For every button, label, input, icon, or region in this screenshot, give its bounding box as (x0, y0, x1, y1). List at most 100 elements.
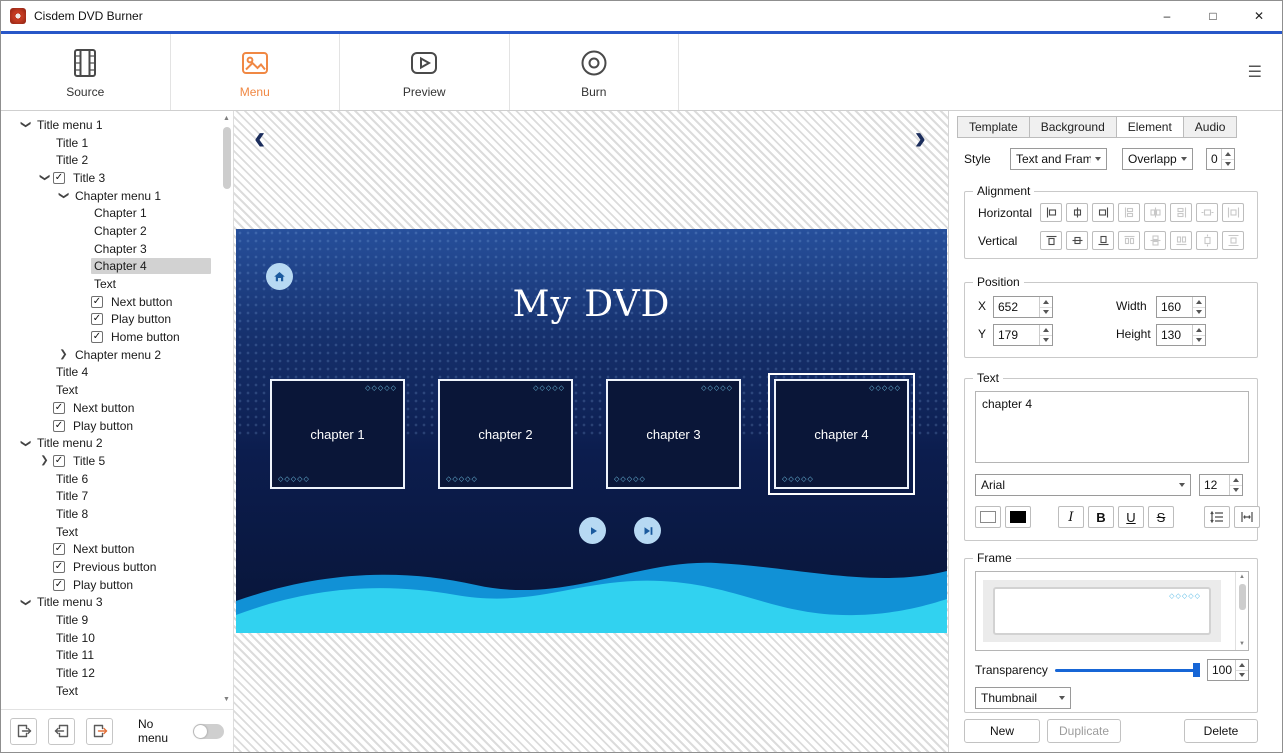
tree-item-title-8[interactable]: Title 8 (1, 505, 220, 523)
tab-background[interactable]: Background (1029, 116, 1117, 138)
tree-item-text[interactable]: Text (1, 381, 220, 399)
tree-item-previous-button[interactable]: ✓Previous button (1, 558, 220, 576)
tree-item-next-button[interactable]: ✓Next button (1, 293, 220, 311)
slider-track[interactable] (1055, 669, 1200, 672)
tree-item-title-1[interactable]: Title 1 (1, 134, 220, 152)
chevron-down-icon[interactable]: ❯ (36, 169, 53, 186)
overflow-menu-icon[interactable]: ☰ (1248, 62, 1262, 82)
scroll-thumb[interactable] (223, 127, 231, 189)
checkbox-checked[interactable]: ✓ (53, 420, 65, 432)
style-arrange-dropdown[interactable]: Overlapped (1122, 148, 1193, 170)
close-button[interactable]: ✕ (1236, 1, 1282, 31)
tree-scrollbar[interactable] (220, 113, 233, 706)
scroll-track[interactable] (1236, 583, 1248, 639)
tab-template[interactable]: Template (957, 116, 1030, 138)
chevron-down-icon[interactable]: ❯ (17, 435, 34, 452)
tree-item-title-7[interactable]: Title 7 (1, 487, 220, 505)
chevron-down-icon[interactable]: ❯ (17, 594, 34, 611)
checkbox-checked[interactable]: ✓ (53, 543, 65, 555)
frame-list-scrollbar[interactable] (1235, 572, 1248, 650)
x-spinner[interactable]: 652 (993, 296, 1053, 318)
line-spacing-button[interactable] (1204, 506, 1230, 528)
letter-spacing-button[interactable] (1234, 506, 1260, 528)
checkbox-checked[interactable]: ✓ (53, 561, 65, 573)
tree-item-title-12[interactable]: Title 12 (1, 664, 220, 682)
underline-button[interactable]: U (1118, 506, 1144, 528)
tab-audio[interactable]: Audio (1183, 116, 1238, 138)
tree-item-home-button[interactable]: ✓Home button (1, 328, 220, 346)
tree-item-title-2[interactable]: Title 2 (1, 151, 220, 169)
checkbox-checked[interactable]: ✓ (91, 331, 103, 343)
style-mode-dropdown[interactable]: Text and Frame (1010, 148, 1107, 170)
text-color-white-button[interactable] (975, 506, 1001, 528)
tree-item-text[interactable]: Text (1, 523, 220, 541)
previous-template-icon[interactable]: ‹ (254, 121, 265, 155)
chapter-thumb-2[interactable]: chapter 2 (438, 379, 573, 489)
align-top-button[interactable] (1040, 231, 1062, 250)
tree-item-chapter-menu-2[interactable]: ❯Chapter menu 2 (1, 346, 220, 364)
export-menu-button[interactable] (10, 718, 37, 745)
new-button[interactable]: New (964, 719, 1040, 743)
scroll-thumb[interactable] (1239, 584, 1246, 610)
tree-item-text[interactable]: Text (1, 275, 220, 293)
tree-item-next-button[interactable]: ✓Next button (1, 399, 220, 417)
delete-button[interactable]: Delete (1184, 719, 1258, 743)
checkbox-checked[interactable]: ✓ (53, 402, 65, 414)
spinner-arrows[interactable] (1235, 660, 1248, 680)
dvd-menu-canvas[interactable]: My DVD chapter 1 chapter 2 chapter 3 (236, 229, 947, 633)
chapter-thumb-3[interactable]: chapter 3 (606, 379, 741, 489)
spinner-arrows[interactable] (1039, 297, 1052, 317)
tree-item-chapter-2[interactable]: Chapter 2 (1, 222, 220, 240)
maximize-button[interactable]: □ (1190, 1, 1236, 31)
scroll-down-icon[interactable] (223, 694, 230, 706)
preview-tab[interactable]: Preview (340, 34, 510, 110)
italic-button[interactable]: I (1058, 506, 1084, 528)
order-spinner[interactable]: 0 (1206, 148, 1235, 170)
spinner-arrows[interactable] (1192, 297, 1205, 317)
tree-item-title-5[interactable]: ❯✓Title 5 (1, 452, 220, 470)
tree-item-title-3[interactable]: ❯✓Title 3 (1, 169, 220, 187)
checkbox-checked[interactable]: ✓ (91, 296, 103, 308)
bold-button[interactable]: B (1088, 506, 1114, 528)
font-size-spinner[interactable]: 12 (1199, 474, 1243, 496)
scroll-down-icon[interactable] (1239, 639, 1245, 650)
play-menu-button[interactable] (579, 517, 606, 544)
font-family-dropdown[interactable]: Arial (975, 474, 1191, 496)
transparency-spinner[interactable]: 100 (1207, 659, 1249, 681)
import-menu-button[interactable] (48, 718, 75, 745)
tree-item-chapter-4[interactable]: Chapter 4 (1, 258, 220, 276)
spinner-arrows[interactable] (1192, 325, 1205, 345)
next-template-icon[interactable]: › (915, 121, 926, 155)
align-bottom-button[interactable] (1092, 231, 1114, 250)
tree-item-text[interactable]: Text (1, 682, 220, 700)
tree-item-title-menu-1[interactable]: ❯Title menu 1 (1, 116, 220, 134)
dvd-menu-title[interactable]: My DVD (236, 284, 947, 325)
tree-item-play-button[interactable]: ✓Play button (1, 311, 220, 329)
align-right-button[interactable] (1092, 203, 1114, 222)
chevron-down-icon[interactable]: ❯ (17, 116, 34, 133)
tree-item-title-6[interactable]: Title 6 (1, 470, 220, 488)
checkbox-checked[interactable]: ✓ (91, 313, 103, 325)
tree-item-title-4[interactable]: Title 4 (1, 364, 220, 382)
align-center-horizontal-button[interactable] (1066, 203, 1088, 222)
align-middle-button[interactable] (1066, 231, 1088, 250)
tab-element[interactable]: Element (1116, 116, 1184, 138)
slider-thumb[interactable] (1193, 663, 1200, 677)
tree-item-chapter-3[interactable]: Chapter 3 (1, 240, 220, 258)
spinner-arrows[interactable] (1229, 475, 1242, 495)
tree-item-chapter-menu-1[interactable]: ❯Chapter menu 1 (1, 187, 220, 205)
chevron-down-icon[interactable]: ❯ (55, 187, 72, 204)
checkbox-checked[interactable]: ✓ (53, 579, 65, 591)
checkbox-checked[interactable]: ✓ (53, 172, 65, 184)
transparency-slider[interactable] (1055, 663, 1200, 677)
thumbnail-dropdown[interactable]: Thumbnail (975, 687, 1071, 709)
burn-tab[interactable]: Burn (510, 34, 680, 110)
checkbox-checked[interactable]: ✓ (53, 455, 65, 467)
scroll-up-icon[interactable] (223, 113, 230, 125)
align-left-button[interactable] (1040, 203, 1062, 222)
frame-style-list[interactable] (975, 571, 1249, 651)
scroll-track[interactable] (220, 125, 233, 694)
spinner-arrows[interactable] (1221, 149, 1234, 169)
y-spinner[interactable]: 179 (993, 324, 1053, 346)
scroll-up-icon[interactable] (1239, 572, 1245, 583)
